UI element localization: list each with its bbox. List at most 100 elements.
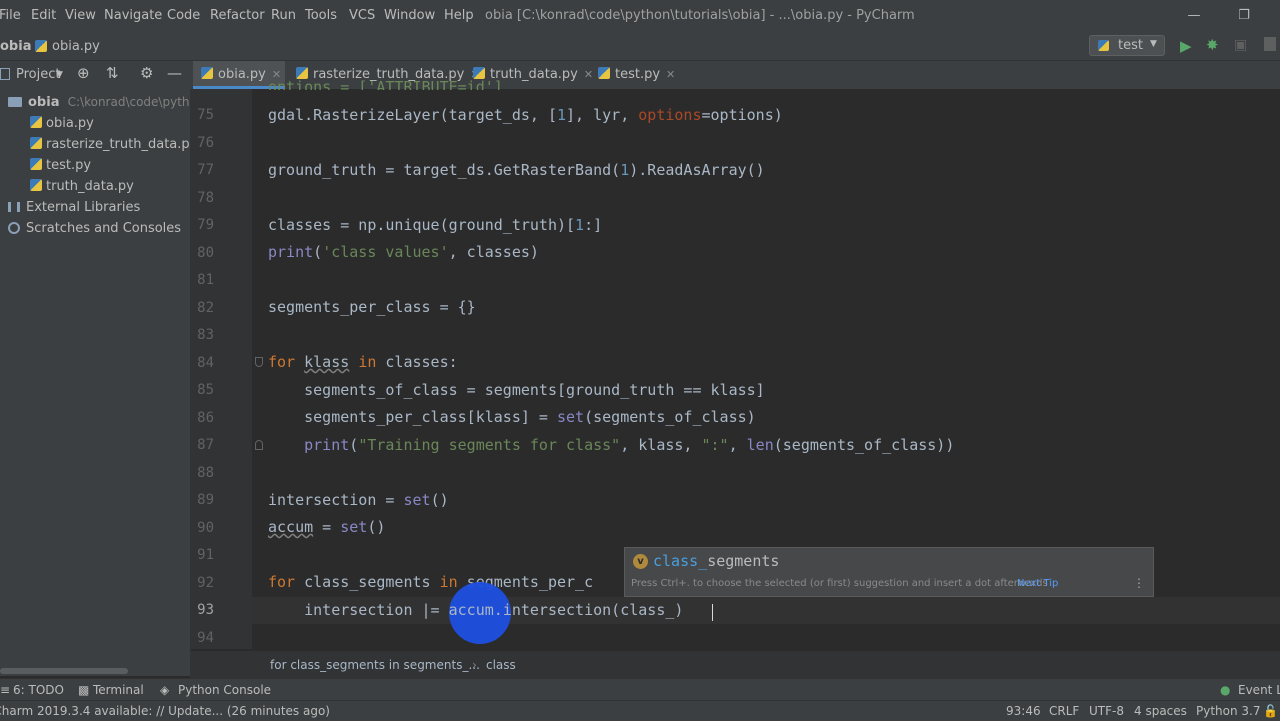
line-number: 83 [197,327,214,343]
tool-window-bar: ≡ 6: TODO ▩ Terminal ◈ Python Console ● … [0,678,1280,701]
next-tip-link[interactable]: Next Tip [1017,578,1058,589]
run-config-selector[interactable]: test ▼ [1089,35,1165,56]
terminal-icon: ▩ [78,683,90,697]
line-number: 88 [197,465,214,481]
file-encoding[interactable]: UTF-8 [1089,704,1124,718]
minimize-icon[interactable]: — [1184,6,1204,26]
code-line: print('class values', classes) [268,243,539,261]
run-icon[interactable]: ▶ [1180,37,1192,55]
breadcrumb-item[interactable]: for class_segments in segments_... [270,658,480,672]
line-number: 85 [197,382,214,398]
coverage-icon[interactable]: ▣ [1234,37,1247,53]
sidebar-scrollbar[interactable] [0,668,128,674]
breadcrumb-separator-icon: › [472,658,477,672]
nav-project[interactable]: obia [0,39,31,54]
tool-python-console[interactable]: Python Console [178,683,271,697]
menu-file[interactable]: File [0,8,21,23]
tab-test[interactable]: test.py ✕ [598,61,675,89]
tree-file-label: rasterize_truth_data.py [46,137,198,152]
code-line-partial: options = ['ATTRIBUTE=id'] [268,78,503,90]
code-line: classes = np.unique(ground_truth)[1:] [268,216,603,234]
tree-file[interactable]: rasterize_truth_data.py [30,137,197,152]
tool-terminal[interactable]: Terminal [93,683,144,697]
menu-edit[interactable]: Edit [31,8,56,23]
line-number: 76 [197,135,214,151]
tree-external-libraries[interactable]: External Libraries [8,200,140,215]
debug-icon[interactable]: ✸ [1206,36,1219,54]
gear-icon[interactable]: ⚙ [140,64,153,82]
tree-external-label: External Libraries [26,200,141,215]
line-number: 77 [197,162,214,178]
tree-file-label: truth_data.py [46,179,134,194]
python-file-icon [201,67,213,79]
line-number: 82 [197,300,214,316]
close-icon[interactable]: ✕ [666,68,675,81]
interpreter[interactable]: Python 3.7 [1196,704,1261,718]
tree-scratches[interactable]: Scratches and Consoles [8,221,181,236]
close-icon[interactable]: ✕ [584,68,593,81]
tree-root[interactable]: obia C:\konrad\code\python [8,95,190,110]
menu-vcs[interactable]: VCS [349,8,375,23]
menu-tools[interactable]: Tools [305,8,337,23]
chevron-down-icon[interactable]: ▼ [56,70,63,80]
run-config-label: test [1118,38,1143,53]
fold-marker-icon[interactable] [255,357,263,367]
maximize-icon[interactable]: ❐ [1234,6,1254,26]
line-separator[interactable]: CRLF [1049,704,1079,718]
indent-setting[interactable]: 4 spaces [1134,704,1187,718]
caret-position[interactable]: 93:46 [1006,704,1041,718]
stop-icon[interactable] [1264,37,1276,51]
breadcrumb: for class_segments in segments_... › cla… [190,651,1280,678]
tree-file-label: obia.py [46,116,94,131]
line-number: 89 [197,492,214,508]
library-icon [8,202,20,212]
folder-icon [8,97,22,107]
collapse-icon[interactable]: ⇅ [106,64,119,82]
python-file-icon [30,158,42,170]
menu-code[interactable]: Code [167,8,200,23]
tree-file[interactable]: obia.py [30,116,94,131]
line-number: 94 [197,630,214,646]
line-number: 87 [197,437,214,453]
python-console-icon: ◈ [160,683,170,697]
python-file-icon [598,67,610,79]
line-number-current: 93 [197,602,214,618]
line-number: 86 [197,410,214,426]
line-number: 79 [197,217,214,233]
more-options-icon[interactable]: ⋮ [1133,576,1145,590]
tab-label: test.py [615,67,661,82]
completion-item[interactable]: class_segments [653,552,779,570]
hide-icon[interactable]: — [167,64,182,82]
tool-event-log[interactable]: Event Log [1238,683,1280,697]
menu-view[interactable]: View [65,8,96,23]
nav-file[interactable]: obia.py [52,39,100,54]
lock-icon[interactable]: 🔓 [1263,704,1278,718]
fold-marker-icon[interactable] [255,440,263,450]
variable-icon: v [633,554,648,569]
completion-popup: v class_segments Press Ctrl+. to choose … [624,547,1154,597]
menu-run[interactable]: Run [271,8,296,23]
code-line: print("Training segments for class", kla… [304,436,955,454]
code-line: intersection = set() [268,491,449,509]
tab-label: truth_data.py [490,67,578,82]
locate-icon[interactable]: ⊕ [77,64,90,82]
tree-file[interactable]: truth_data.py [30,179,134,194]
menu-window[interactable]: Window [384,8,435,23]
code-line: accum = set() [268,518,386,536]
menu-refactor[interactable]: Refactor [210,8,265,23]
update-notification[interactable]: PyCharm 2019.3.4 available: // Update...… [0,704,330,718]
menu-help[interactable]: Help [444,8,474,23]
tool-todo[interactable]: 6: TODO [13,683,64,697]
menu-navigate[interactable]: Navigate [104,8,162,23]
breadcrumb-item[interactable]: class [486,658,516,672]
code-line: for klass in classes: [268,353,458,371]
python-config-icon [1098,40,1109,51]
navigation-bar: obia obia.py test ▼ ▶ ✸ ▣ [0,32,1280,61]
code-line-current[interactable]: intersection |= accum.intersection(class… [268,601,683,619]
menu-bar: File Edit View Navigate Code Refactor Ru… [0,0,1280,32]
project-tool-label[interactable]: Project [16,67,60,82]
python-file-icon [35,40,47,52]
code-line: gdal.RasterizeLayer(target_ds, [1], lyr,… [268,106,783,124]
tree-file[interactable]: test.py [30,158,91,173]
line-number: 81 [197,272,214,288]
